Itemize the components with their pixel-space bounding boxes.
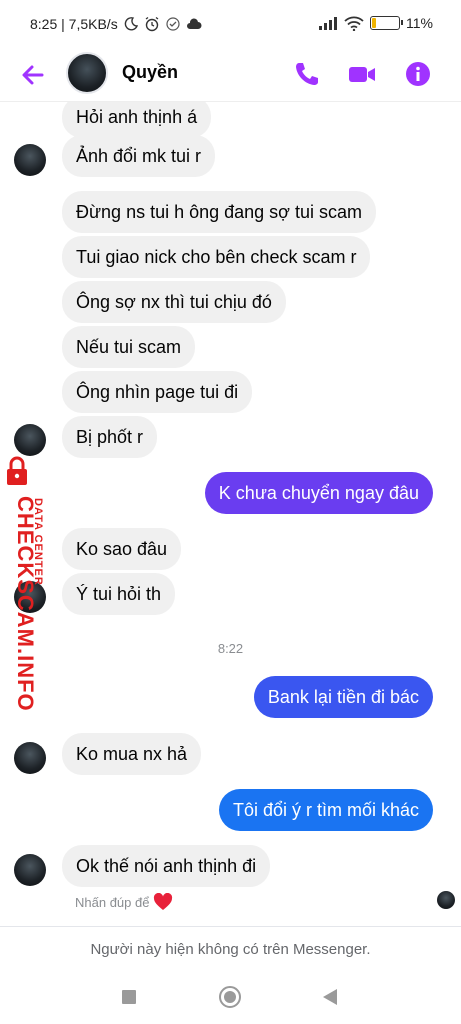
message-incoming[interactable]: Ý tui hỏi th — [62, 573, 176, 615]
unavailable-notice-text: Người này hiện không có trên Messenger. — [90, 941, 371, 958]
message-incoming[interactable]: Ông sợ nx thì tui chịu đó — [62, 281, 286, 323]
time-separator: 8:22 — [217, 641, 244, 656]
status-left: 8:25 | 7,5KB/s — [30, 16, 202, 32]
message-incoming[interactable]: Đừng ns tui h ông đang sợ tui scam — [62, 191, 377, 233]
back-arrow-icon[interactable] — [18, 60, 48, 90]
message-incoming[interactable]: Bị phốt r — [62, 416, 158, 458]
cloud-icon — [186, 18, 202, 29]
message-incoming[interactable]: Ảnh đổi mk tui r — [62, 135, 216, 177]
reaction-hint[interactable]: Nhấn đúp để — [75, 893, 173, 911]
battery-icon — [370, 16, 404, 30]
moon-icon — [124, 17, 138, 31]
message-incoming[interactable]: Ko sao đâu — [62, 528, 182, 570]
info-icon[interactable] — [403, 59, 433, 89]
status-right: 11% — [318, 15, 433, 31]
chat-header: Quyền — [0, 50, 461, 102]
video-icon[interactable] — [347, 59, 377, 89]
message-incoming[interactable]: Nếu tui scam — [62, 326, 196, 368]
alarm-icon — [145, 16, 159, 32]
message-incoming[interactable]: Ko mua nx hả — [62, 733, 202, 775]
message-incoming[interactable]: Ông nhìn page tui đi — [62, 371, 253, 413]
message-outgoing[interactable]: Bank lại tiền đi bác — [253, 676, 433, 718]
signal-icon — [319, 17, 338, 30]
message-outgoing[interactable]: K chưa chuyển ngay đâu — [204, 472, 433, 514]
contact-name[interactable]: Quyền — [122, 62, 178, 83]
message-incoming[interactable]: Tui giao nick cho bên check scam r — [62, 236, 371, 278]
message-list[interactable]: Hỏi anh thịnh á Ảnh đổi mk tui r Đừng ns… — [0, 102, 461, 924]
unavailable-notice: Người này hiện không có trên Messenger. — [0, 926, 461, 970]
system-nav-bar — [0, 970, 461, 1024]
battery-percent: 11% — [406, 15, 433, 31]
check-circle-icon — [166, 17, 180, 31]
watermark-subtext: DATA CENTER — [32, 498, 44, 586]
reaction-hint-label: Nhấn đúp để — [75, 894, 150, 910]
back-triangle-icon[interactable] — [322, 988, 338, 1006]
contact-avatar[interactable] — [66, 52, 108, 94]
home-icon[interactable] — [218, 985, 242, 1009]
sender-avatar[interactable] — [14, 144, 46, 176]
lock-icon — [7, 456, 27, 485]
status-time-speed: 8:25 | 7,5KB/s — [30, 16, 118, 32]
phone-icon[interactable] — [292, 59, 322, 89]
seen-indicator-avatar — [437, 891, 455, 909]
message-incoming[interactable]: Hỏi anh thịnh á — [62, 102, 212, 138]
heart-icon[interactable] — [153, 893, 173, 911]
wifi-icon — [344, 16, 364, 31]
watermark: CHECKSCAM.INFO DATA CENTER — [2, 456, 48, 712]
sender-avatar[interactable] — [14, 742, 46, 774]
stop-icon[interactable] — [121, 989, 137, 1005]
sender-avatar[interactable] — [14, 854, 46, 886]
sender-avatar[interactable] — [14, 424, 46, 456]
message-incoming[interactable]: Ok thế nói anh thịnh đi — [62, 845, 271, 887]
message-outgoing[interactable]: Tôi đổi ý r tìm mối khác — [218, 789, 433, 831]
status-bar: 8:25 | 7,5KB/s 11% — [0, 0, 461, 50]
